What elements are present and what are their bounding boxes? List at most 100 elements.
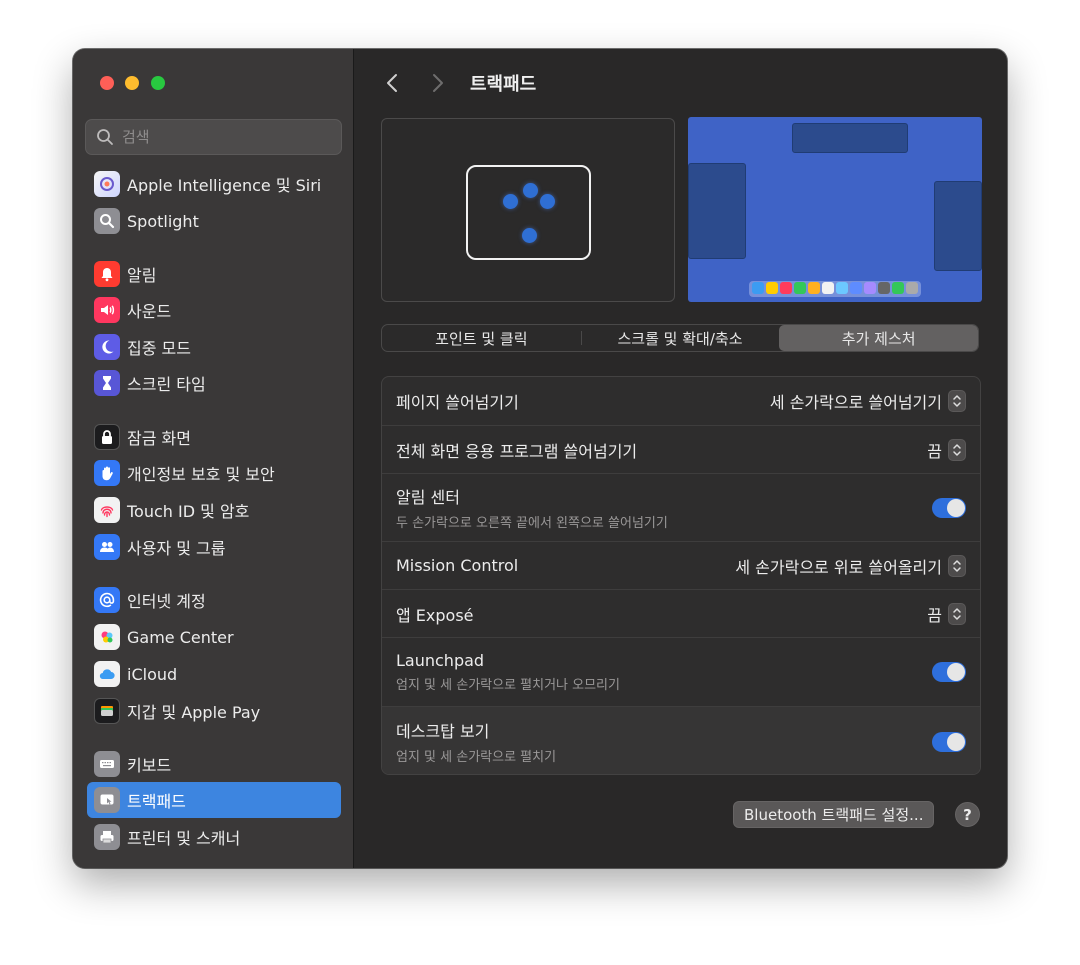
search-icon (97, 129, 113, 145)
sidebar: Apple Intelligence 및 Siri Spotlight 알림 사… (73, 49, 354, 868)
sidebar-item-label: 스크린 타임 (127, 375, 206, 394)
setting-description: 엄지 및 세 손가락으로 펼치기 (396, 750, 557, 765)
preview-window-top (792, 123, 908, 153)
sidebar-item-lock-screen[interactable]: 잠금 화면 (87, 419, 341, 455)
settings-window: Apple Intelligence 및 Siri Spotlight 알림 사… (73, 49, 1007, 868)
setting-row-swipe-pages: 페이지 쓸어넘기기 세 손가락으로 쓸어넘기기 (382, 377, 980, 425)
sidebar-item-printers[interactable]: 프린터 및 스캐너 (87, 819, 341, 855)
sidebar-item-notifications[interactable]: 알림 (87, 256, 341, 292)
dock-app-icon (822, 282, 834, 294)
finger-dot (503, 194, 518, 209)
bluetooth-trackpad-setup-button[interactable]: Bluetooth 트랙패드 설정... (733, 801, 935, 828)
dock-app-icon (836, 282, 848, 294)
minimize-window-button[interactable] (125, 76, 139, 90)
finger-dot (522, 228, 537, 243)
dock-app-icon (808, 282, 820, 294)
swipe-fullscreen-popup[interactable]: 끔 (927, 438, 966, 462)
mission-control-popup[interactable]: 세 손가락으로 위로 쓸어올리기 (735, 554, 966, 578)
finger-dot (540, 194, 555, 209)
spotlight-icon (94, 208, 120, 234)
setting-row-swipe-fullscreen-apps: 전체 화면 응용 프로그램 쓸어넘기기 끔 (382, 425, 980, 473)
printer-icon (94, 824, 120, 850)
icloud-icon (94, 661, 120, 687)
dock-app-icon (780, 282, 792, 294)
help-button[interactable]: ? (955, 802, 980, 827)
wallet-icon (94, 698, 120, 724)
tab-scroll-and-zoom[interactable]: 스크롤 및 확대/축소 (580, 325, 780, 351)
dock-app-icon (906, 282, 918, 294)
tab-more-gestures[interactable]: 추가 제스처 (779, 325, 978, 351)
dock-app-icon (878, 282, 890, 294)
tab-bar: 포인트 및 클릭 스크롤 및 확대/축소 추가 제스처 (381, 324, 979, 352)
sidebar-item-screen-time[interactable]: 스크린 타임 (87, 365, 341, 401)
setting-label: Launchpad (396, 651, 485, 670)
sidebar-item-game-center[interactable]: Game Center (87, 619, 341, 655)
keyboard-icon (94, 751, 120, 777)
updown-chevron-icon (948, 602, 966, 625)
privacy-hand-icon (94, 460, 120, 486)
sound-icon (94, 297, 120, 323)
sidebar-item-label: 개인정보 보호 및 보안 (127, 465, 275, 484)
sidebar-item-label: Game Center (127, 627, 234, 647)
launchpad-toggle[interactable] (932, 662, 966, 682)
apple-intelligence-icon (94, 171, 120, 197)
sidebar-item-users[interactable]: 사용자 및 그룹 (87, 529, 341, 565)
notifications-icon (94, 261, 120, 287)
sidebar-item-internet-accounts[interactable]: 인터넷 계정 (87, 582, 341, 618)
tab-point-and-click[interactable]: 포인트 및 클릭 (382, 325, 581, 351)
dock-app-icon (892, 282, 904, 294)
search-input[interactable] (122, 128, 322, 146)
lock-icon (94, 424, 120, 450)
sidebar-item-label: 프린터 및 스캐너 (127, 829, 241, 848)
forward-button[interactable] (427, 71, 449, 95)
sidebar-item-label: 지갑 및 Apple Pay (127, 703, 261, 722)
sidebar-item-focus[interactable]: 집중 모드 (87, 329, 341, 365)
desktop-preview (688, 117, 982, 302)
setting-label: 알림 센터 (396, 488, 460, 507)
setting-label: 전체 화면 응용 프로그램 쓸어넘기기 (396, 441, 638, 461)
app-expose-popup[interactable]: 끔 (927, 602, 966, 626)
gesture-trackpad-preview (381, 118, 675, 302)
game-center-icon (94, 624, 120, 650)
preview-dock (749, 281, 921, 297)
sidebar-item-label: iCloud (127, 664, 178, 684)
show-desktop-toggle[interactable] (932, 731, 966, 752)
sidebar-item-wallet[interactable]: 지갑 및 Apple Pay (87, 693, 341, 729)
dock-app-icon (864, 282, 876, 294)
sidebar-item-label: 사운드 (127, 302, 172, 321)
back-button[interactable] (381, 71, 403, 95)
page-title: 트랙패드 (470, 74, 537, 95)
swipe-pages-popup[interactable]: 세 손가락으로 쓸어넘기기 (770, 389, 966, 413)
setting-label: 데스크탑 보기 (396, 722, 490, 741)
setting-row-notification-center: 알림 센터 두 손가락으로 오른쪽 끝에서 왼쪽으로 쓸어넘기기 (382, 473, 980, 541)
sidebar-item-touch-id[interactable]: Touch ID 및 암호 (87, 492, 341, 528)
close-window-button[interactable] (100, 76, 114, 90)
sidebar-item-privacy[interactable]: 개인정보 보호 및 보안 (87, 455, 341, 491)
zoom-window-button[interactable] (151, 76, 165, 90)
setting-label: Mission Control (396, 556, 519, 575)
updown-chevron-icon (948, 554, 966, 577)
popup-value: 세 손가락으로 쓸어넘기기 (769, 393, 942, 412)
sidebar-item-spotlight[interactable]: Spotlight (87, 203, 341, 239)
dock-app-icon (752, 282, 764, 294)
sidebar-item-label: Spotlight (127, 211, 199, 231)
notification-center-toggle[interactable] (932, 497, 966, 518)
users-icon (94, 534, 120, 560)
updown-chevron-icon (948, 390, 966, 412)
sidebar-item-keyboard[interactable]: 키보드 (87, 746, 341, 782)
sidebar-item-apple-intelligence[interactable]: Apple Intelligence 및 Siri (87, 166, 341, 202)
trackpad-icon (94, 787, 120, 813)
sidebar-item-sound[interactable]: 사운드 (87, 292, 341, 328)
preview-window-left (688, 163, 746, 259)
setting-label: 앱 Exposé (396, 605, 474, 625)
setting-label: 페이지 쓸어넘기기 (396, 393, 519, 412)
sidebar-item-trackpad[interactable]: 트랙패드 (87, 782, 341, 818)
search-box[interactable] (85, 119, 342, 155)
setting-row-launchpad: Launchpad 엄지 및 세 손가락으로 펼치거나 오므리기 (382, 637, 980, 706)
sidebar-item-label: Touch ID 및 암호 (127, 502, 250, 521)
finger-dot (523, 183, 538, 198)
sidebar-item-label: 알림 (127, 266, 157, 285)
sidebar-item-icloud[interactable]: iCloud (87, 656, 341, 692)
chevron-left-icon (387, 74, 397, 92)
fingerprint-icon (94, 497, 120, 523)
